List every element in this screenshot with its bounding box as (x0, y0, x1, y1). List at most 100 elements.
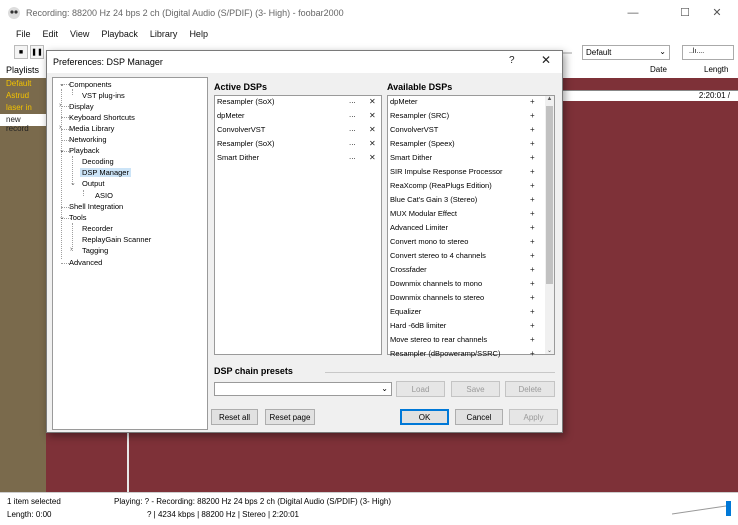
available-dsp-item[interactable]: Blue Cat's Gain 3 (Stereo) (390, 195, 477, 209)
available-dsp-item[interactable]: Advanced Limiter (390, 223, 448, 237)
stop-button[interactable]: ■ (14, 45, 28, 59)
remove-dsp-icon[interactable]: ✕ (369, 97, 376, 106)
scroll-down-icon[interactable]: ⌄ (545, 347, 554, 354)
add-dsp-icon[interactable]: + (530, 209, 535, 218)
tree-item-networking[interactable]: Networking (69, 135, 107, 144)
reset-page-button[interactable]: Reset page (265, 409, 315, 425)
menu-edit[interactable]: Edit (37, 29, 65, 39)
volume-meter[interactable]: ..lı.... (682, 45, 734, 60)
cancel-button[interactable]: Cancel (455, 409, 503, 425)
available-dsp-item[interactable]: Crossfader (390, 265, 427, 279)
save-button[interactable]: Save (451, 381, 500, 397)
playlist-item[interactable]: new record (0, 114, 46, 133)
tree-item-replaygain-scanner[interactable]: ReplayGain Scanner (82, 235, 151, 244)
configure-dsp-button[interactable]: ... (349, 124, 356, 133)
configure-dsp-button[interactable]: ... (349, 138, 356, 147)
chevron-right-icon[interactable]: › (59, 102, 61, 109)
available-dsp-item[interactable]: MUX Modular Effect (390, 209, 457, 223)
available-dsp-item[interactable]: Downmix channels to stereo (390, 293, 484, 307)
add-dsp-icon[interactable]: + (530, 181, 535, 190)
available-scrollbar[interactable]: ▲ ⌄ (545, 96, 554, 354)
playlist-item[interactable]: Default (0, 78, 46, 90)
tree-item-recorder[interactable]: Recorder (82, 224, 113, 233)
ok-button[interactable]: OK (400, 409, 449, 425)
load-button[interactable]: Load (396, 381, 445, 397)
reset-all-button[interactable]: Reset all (211, 409, 258, 425)
add-dsp-icon[interactable]: + (530, 125, 535, 134)
volume-slider[interactable] (670, 500, 732, 518)
remove-dsp-icon[interactable]: ✕ (369, 153, 376, 162)
tree-item-output[interactable]: Output (82, 179, 105, 188)
add-dsp-icon[interactable]: + (530, 251, 535, 260)
configure-dsp-button[interactable]: ... (349, 96, 356, 105)
tree-item-keyboard-shortcuts[interactable]: Keyboard Shortcuts (69, 113, 135, 122)
active-dsp-item[interactable]: Smart Dither (217, 153, 259, 167)
remove-dsp-icon[interactable]: ✕ (369, 125, 376, 134)
add-dsp-icon[interactable]: + (530, 195, 535, 204)
output-device-combo[interactable]: Default ⌄ (582, 45, 670, 60)
active-dsp-item[interactable]: dpMeter (217, 111, 245, 125)
pause-button[interactable]: ❚❚ (30, 45, 44, 59)
scrollbar-thumb[interactable] (546, 106, 553, 284)
add-dsp-icon[interactable]: + (530, 167, 535, 176)
tree-item-tagging[interactable]: Tagging (82, 246, 108, 255)
remove-dsp-icon[interactable]: ✕ (369, 111, 376, 120)
tree-item-dsp-manager[interactable]: DSP Manager (80, 168, 131, 177)
tree-item-display[interactable]: Display (69, 102, 94, 111)
available-dsp-item[interactable]: Resampler (SRC) (390, 111, 449, 125)
minimize-button[interactable]: — (612, 0, 654, 25)
chevron-right-icon[interactable]: › (70, 246, 72, 253)
tree-item-shell-integration[interactable]: Shell Integration (69, 202, 123, 211)
available-dsp-item[interactable]: Hard -6dB limiter (390, 321, 446, 335)
tree-item-advanced[interactable]: Advanced (69, 258, 102, 267)
available-dsp-item[interactable]: Convert stereo to 4 channels (390, 251, 486, 265)
window-close-button[interactable]: ✕ (696, 0, 738, 25)
playlist-selected-row[interactable]: 2:20:01 / (562, 90, 738, 101)
add-dsp-icon[interactable]: + (530, 321, 535, 330)
presets-dropdown[interactable]: ⌄ (214, 382, 392, 396)
splitter[interactable] (127, 430, 129, 492)
add-dsp-icon[interactable]: + (530, 335, 535, 344)
column-length[interactable]: Length (704, 65, 728, 74)
delete-button[interactable]: Delete (505, 381, 555, 397)
add-dsp-icon[interactable]: + (530, 293, 535, 302)
tree-item-components[interactable]: Components (69, 80, 112, 89)
help-button[interactable]: ? (509, 55, 515, 66)
menu-playback[interactable]: Playback (95, 29, 144, 39)
add-dsp-icon[interactable]: + (530, 237, 535, 246)
column-date[interactable]: Date (650, 65, 667, 74)
active-dsp-item[interactable]: Resampler (SoX) (217, 97, 275, 111)
add-dsp-icon[interactable]: + (530, 223, 535, 232)
available-dsp-item[interactable]: Downmix channels to mono (390, 279, 482, 293)
add-dsp-icon[interactable]: + (530, 139, 535, 148)
available-dsp-item[interactable]: Equalizer (390, 307, 421, 321)
tree-item-playback[interactable]: Playback (69, 146, 99, 155)
available-dsp-item[interactable]: Smart Dither (390, 153, 432, 167)
available-dsp-item[interactable]: Move stereo to rear channels (390, 335, 487, 349)
tree-item-asio[interactable]: ASIO (95, 191, 113, 200)
available-dsp-item[interactable]: ReaXcomp (ReaPlugs Edition) (390, 181, 492, 195)
add-dsp-icon[interactable]: + (530, 279, 535, 288)
chevron-down-icon[interactable]: ⌄ (70, 179, 76, 187)
add-dsp-icon[interactable]: + (530, 307, 535, 316)
add-dsp-icon[interactable]: + (530, 349, 535, 358)
tree-item-tools[interactable]: Tools (69, 213, 87, 222)
apply-button[interactable]: Apply (509, 409, 558, 425)
add-dsp-icon[interactable]: + (530, 111, 535, 120)
tree-item-decoding[interactable]: Decoding (82, 157, 114, 166)
chevron-down-icon[interactable]: ⌄ (59, 213, 65, 221)
menu-file[interactable]: File (10, 29, 37, 39)
active-dsp-item[interactable]: ConvolverVST (217, 125, 265, 139)
menu-library[interactable]: Library (144, 29, 184, 39)
scroll-up-icon[interactable]: ▲ (545, 96, 554, 102)
available-dsp-item[interactable]: Convert mono to stereo (390, 237, 468, 251)
available-dsp-item[interactable]: dpMeter (390, 97, 418, 111)
configure-dsp-button[interactable]: ... (349, 152, 356, 161)
add-dsp-icon[interactable]: + (530, 153, 535, 162)
available-dsp-item[interactable]: SIR Impulse Response Processor (390, 167, 503, 181)
tree-item-media-library[interactable]: Media Library (69, 124, 114, 133)
active-dsp-item[interactable]: Resampler (SoX) (217, 139, 275, 153)
configure-dsp-button[interactable]: ... (349, 110, 356, 119)
add-dsp-icon[interactable]: + (530, 265, 535, 274)
remove-dsp-icon[interactable]: ✕ (369, 139, 376, 148)
